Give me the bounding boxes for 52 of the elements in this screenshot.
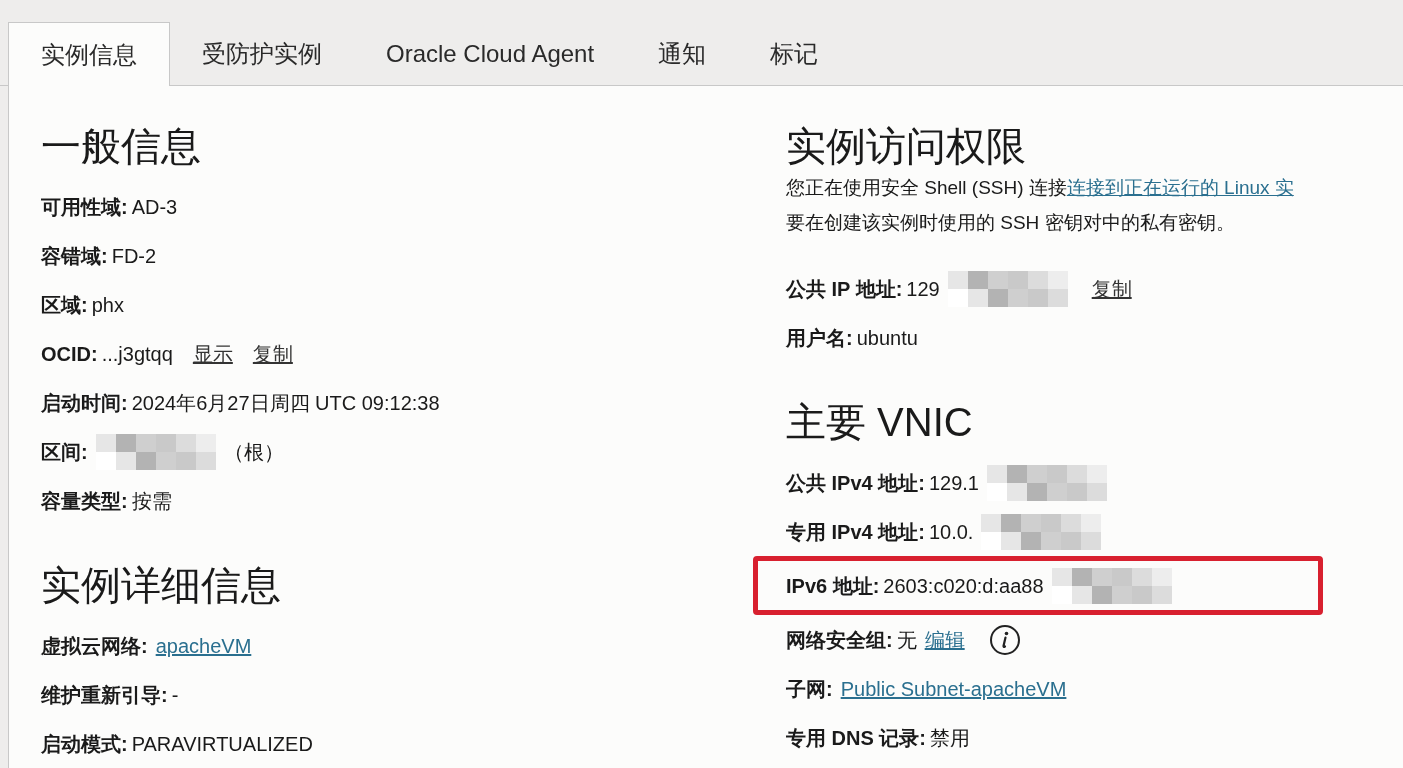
section-heading: 一般信息 [41, 123, 202, 170]
field-label: 专用 DNS 记录: [786, 725, 926, 751]
field-label: 公共 IP 地址: [786, 276, 903, 302]
field-label: OCID: [41, 341, 98, 367]
field-value: 禁用 [930, 725, 970, 751]
field-value: ...j3gtqq [101, 341, 173, 367]
link[interactable]: Public Subnet-apacheVM [840, 673, 1067, 704]
field-value: 10.0. [928, 519, 974, 545]
field-label: 容量类型: [41, 488, 128, 514]
info-icon[interactable] [988, 623, 1021, 656]
field-label: 子网: [786, 676, 833, 702]
field-value: 129.1 [928, 470, 979, 496]
field-label: 启动时间: [41, 390, 128, 416]
field-label: 公共 IPv4 地址: [786, 470, 925, 496]
field-label: 区间: [41, 439, 88, 465]
tab[interactable]: 标记 [738, 22, 851, 85]
field-value: 129 [906, 276, 940, 302]
field-value: 2603:c020:d:aa88 [883, 573, 1044, 599]
field-label: IPv6 地址: [786, 573, 880, 599]
field-label: 用户名: [786, 325, 853, 351]
tab[interactable]: 通知 [626, 22, 739, 85]
action-link[interactable]: 复制 [252, 338, 293, 369]
paragraph: 您正在使用安全 Shell (SSH) 连接连接到正在运行的 Linux 实 要在创建该实例时使用的 SSH 密钥对中的私有密钥。 [786, 176, 1295, 235]
field-label: 容错域: [41, 243, 108, 269]
section-heading: 主要 VNIC [786, 399, 974, 446]
field-value: 2024年6月27日周四 UTC 09:12:38 [131, 390, 440, 416]
field-value: PARAVIRTUALIZED [131, 731, 313, 757]
field-label: 维护重新引导: [41, 682, 168, 708]
field-value: AD-3 [131, 194, 178, 220]
field-label: 虚拟云网络: [41, 633, 148, 659]
link[interactable]: 编辑 [924, 624, 965, 655]
field-label: 启动模式: [41, 731, 128, 757]
field-value: 无 [896, 627, 917, 653]
field-label: 网络安全组: [786, 627, 893, 653]
tab[interactable]: 实例信息 [8, 22, 170, 86]
field-label: 专用 IPv4 地址: [786, 519, 925, 545]
tab[interactable]: 受防护实例 [170, 22, 354, 85]
field-value: phx [91, 292, 124, 318]
field-label: 区域: [41, 292, 88, 318]
link[interactable]: apacheVM [155, 630, 252, 661]
field-value: FD-2 [111, 243, 157, 269]
field-label: 可用性域: [41, 194, 128, 220]
field-value: ubuntu [856, 325, 918, 351]
field-value: 按需 [131, 488, 172, 514]
tab[interactable]: Oracle Cloud Agent [354, 22, 627, 85]
link[interactable]: 连接到正在运行的 Linux 实 [1066, 177, 1294, 198]
section-heading: 实例访问权限 [786, 123, 1027, 170]
field-value: （根） [223, 439, 284, 465]
field-value: - [171, 682, 179, 708]
action-link[interactable]: 复制 [1091, 273, 1132, 304]
section-heading: 实例详细信息 [41, 562, 282, 609]
action-link[interactable]: 显示 [192, 338, 233, 369]
